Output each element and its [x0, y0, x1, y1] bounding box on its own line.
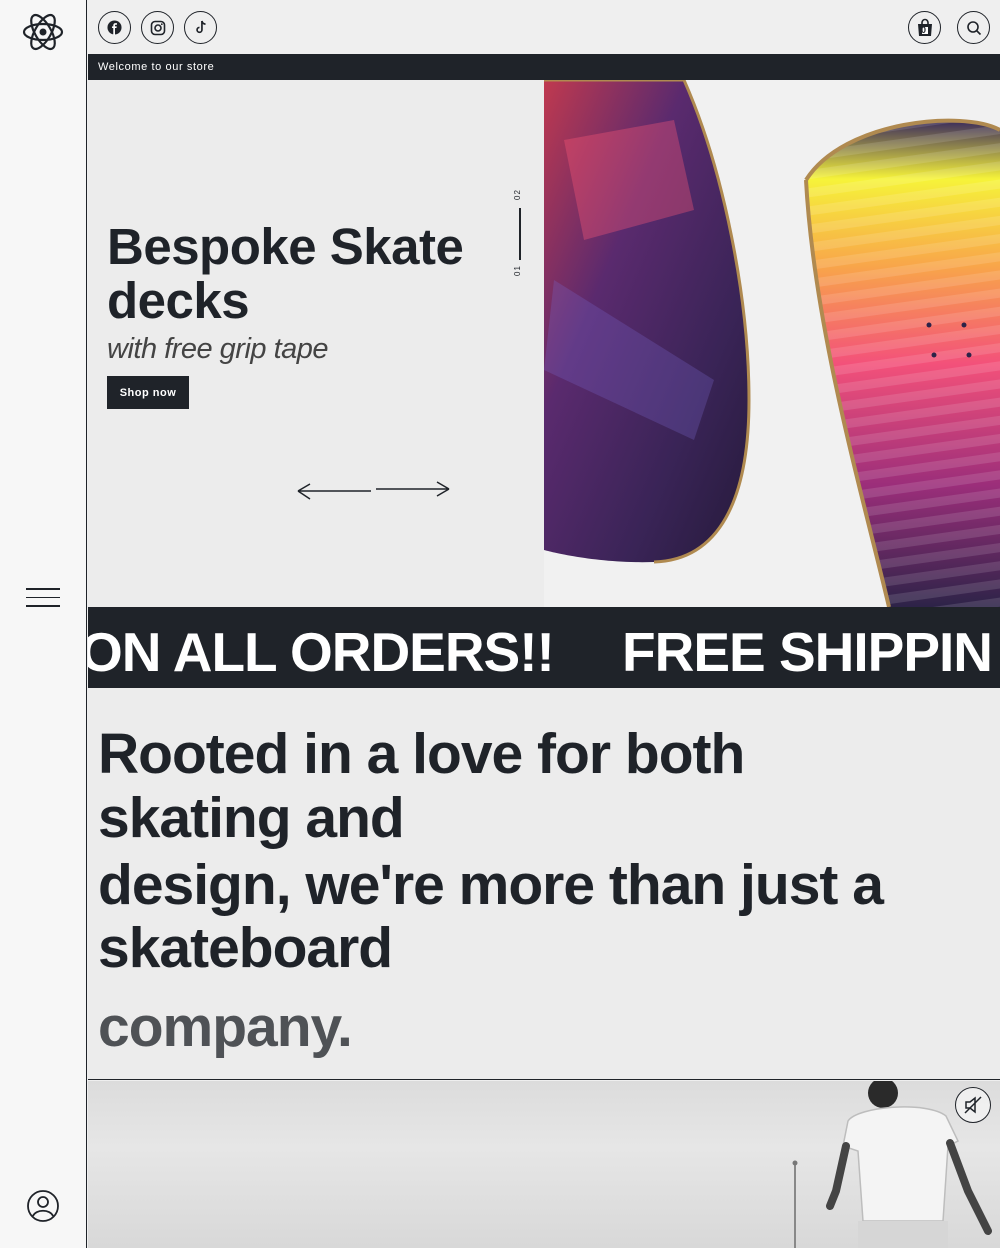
hero-image-skate-decks: [544, 80, 1000, 607]
tiktok-icon[interactable]: [184, 11, 217, 44]
marquee-text-b: FREE SHIPPIN: [622, 621, 993, 683]
about-line-4: skateboard: [98, 916, 393, 980]
about-line-3: design, we're more than just a: [98, 853, 884, 917]
slide-current: 01: [512, 265, 522, 276]
slide-pager: 02 01: [512, 188, 528, 280]
instagram-icon[interactable]: [141, 11, 174, 44]
next-arrow-icon[interactable]: [375, 480, 451, 500]
announcement-bar: Welcome to our store: [88, 54, 1000, 80]
hamburger-menu-icon[interactable]: [26, 588, 60, 610]
atom-icon[interactable]: [21, 10, 65, 54]
top-bar: 0: [88, 0, 1000, 54]
facebook-icon[interactable]: [98, 11, 131, 44]
about-section: Rooted in a love for both skating and de…: [88, 688, 1000, 1080]
prev-arrow-icon[interactable]: [296, 480, 372, 500]
about-line-1: Rooted in a love for both: [98, 722, 745, 786]
shopping-bag-icon[interactable]: 0: [908, 11, 941, 44]
side-rail: [0, 0, 87, 1248]
shop-now-button[interactable]: Shop now: [107, 376, 189, 409]
hero-text-panel: Bespoke Skate decks with free grip tape …: [88, 80, 544, 607]
search-icon[interactable]: [957, 11, 990, 44]
hero-slideshow: Bespoke Skate decks with free grip tape …: [88, 80, 1000, 607]
marquee-text-a: ON ALL ORDERS!!: [88, 621, 555, 683]
account-icon[interactable]: [26, 1189, 60, 1223]
mute-toggle-icon[interactable]: [955, 1087, 991, 1123]
cart-count: 0: [921, 25, 927, 35]
slide-total: 02: [512, 189, 522, 200]
skater-video: [88, 1081, 1000, 1248]
hero-title: Bespoke Skate decks: [107, 218, 464, 329]
free-shipping-marquee: ON ALL ORDERS!! FREE SHIPPIN: [88, 607, 1000, 688]
about-line-5: company.: [98, 995, 353, 1059]
hero-subtitle: with free grip tape: [107, 333, 329, 365]
about-line-2: skating and: [98, 786, 405, 850]
